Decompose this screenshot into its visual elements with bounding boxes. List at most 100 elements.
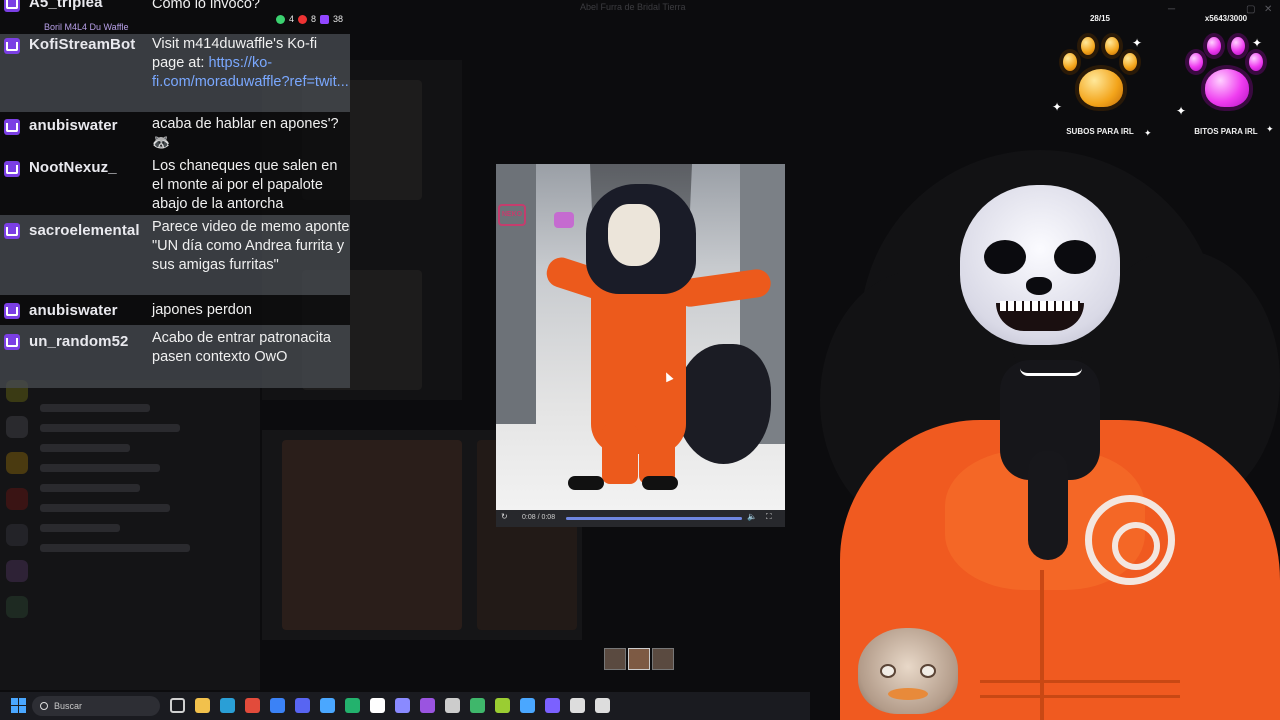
- window-title: Abel Furra de Bridal Tierra: [580, 2, 686, 12]
- emote-count: 38: [333, 14, 344, 24]
- chat-message: un_random52 Acabo de entrar patronacita …: [0, 325, 350, 388]
- obs-icon[interactable]: [595, 698, 610, 713]
- vtuber-avatar: [800, 150, 1280, 720]
- replay-icon[interactable]: ↻: [501, 512, 508, 521]
- seek-bar[interactable]: [566, 517, 742, 520]
- app-icon[interactable]: [320, 698, 335, 713]
- bits-goal-count: x5643/3000: [1204, 14, 1248, 23]
- chat-text: Los chaneques que salen en el monte ai p…: [152, 158, 338, 212]
- server-icon: [6, 560, 28, 582]
- background-channel-row: [40, 504, 170, 512]
- sparkle-icon: ✦: [1132, 36, 1143, 50]
- fish-eye: [920, 664, 936, 678]
- video-figure-leg: [602, 424, 638, 484]
- app-icon[interactable]: [520, 698, 535, 713]
- chat-username: anubiswater: [29, 302, 118, 319]
- app-icon[interactable]: [545, 698, 560, 713]
- background-thumbnail: [282, 440, 462, 630]
- app-icon[interactable]: [470, 698, 485, 713]
- chat-text: acaba de hablar en apones'? 🦝: [152, 116, 339, 151]
- background-channel-row: [40, 464, 160, 472]
- media-thumbnail[interactable]: [652, 648, 674, 670]
- emote-count: 4: [289, 14, 295, 24]
- twitch-badge-icon: [4, 0, 20, 12]
- video-frame[interactable]: NEKO: [496, 164, 785, 510]
- chat-text: Cómo lo invoco?: [152, 0, 260, 12]
- twitch-badge-icon: [4, 334, 20, 350]
- video-player[interactable]: NEKO ↻ 0:08 / 0:08 🔈 ⛶: [496, 164, 785, 527]
- fullscreen-icon[interactable]: ⛶: [766, 512, 772, 522]
- app-icon[interactable]: [495, 698, 510, 713]
- avatar-belt: [980, 680, 1180, 698]
- server-icon: [6, 596, 28, 618]
- app-icon[interactable]: [570, 698, 585, 713]
- file-explorer-icon[interactable]: [195, 698, 210, 713]
- chat-username: sacroelemental: [29, 222, 140, 239]
- video-figure-skull-mask: [608, 204, 660, 266]
- youtube-icon: [298, 14, 308, 24]
- video-figure-shoe: [568, 476, 604, 490]
- background-channel-row: [40, 424, 180, 432]
- subs-goal-label: SUBOS PARA IRL: [1066, 127, 1134, 136]
- background-server-list: [6, 380, 34, 632]
- search-icon: [40, 702, 48, 710]
- chat-emote-counts: 4 8 38: [276, 14, 343, 24]
- video-door: [496, 164, 536, 424]
- chat-message: NootNexuz_ Los chaneques que salen en el…: [0, 155, 350, 215]
- app-icon[interactable]: [345, 698, 360, 713]
- sparkle-icon: ✦: [1052, 100, 1063, 114]
- chat-text: Parece video de memo aponte "UN día como…: [152, 219, 350, 273]
- media-thumbnail[interactable]: [628, 648, 650, 670]
- twitch-badge-icon: [4, 119, 20, 135]
- background-channel-row: [40, 484, 140, 492]
- chat-message-partial: A5_triplea Boril M4L4 Du Waffle Cómo lo …: [0, 0, 350, 34]
- twitch-badge-icon: [4, 38, 20, 54]
- avatar-eye: [984, 240, 1026, 274]
- sparkle-icon: ✦: [1252, 36, 1263, 50]
- avatar-neckline: [1028, 450, 1068, 560]
- media-thumbnails: [604, 648, 674, 670]
- chat-text: Acabo de entrar patronacita pasen contex…: [152, 330, 331, 365]
- server-icon: [6, 488, 28, 510]
- avatar-skull-head: [960, 185, 1120, 345]
- chat-username: un_random52: [29, 333, 129, 350]
- edge-icon[interactable]: [220, 698, 235, 713]
- bits-goal: x5643/3000 BITOS PARA IRL: [1171, 14, 1280, 136]
- twitch-icon: [320, 14, 330, 24]
- video-figure-tail: [676, 344, 771, 464]
- server-icon: [6, 524, 28, 546]
- chat-message: anubiswater japones perdon: [0, 295, 350, 325]
- chat-overlay: A5_triplea Boril M4L4 Du Waffle Cómo lo …: [0, 0, 350, 388]
- search-placeholder: Buscar: [54, 701, 83, 711]
- taskbar-search[interactable]: Buscar: [32, 696, 160, 716]
- stream-screen: Abel Furra de Bridal Tierra ─ ▢ ✕ A5_tri…: [0, 0, 1280, 720]
- app-icon[interactable]: [420, 698, 435, 713]
- video-watermark: NEKO: [498, 204, 526, 226]
- app-icon[interactable]: [445, 698, 460, 713]
- discord-icon[interactable]: [295, 698, 310, 713]
- app-icon[interactable]: [395, 698, 410, 713]
- background-channel-row: [40, 544, 190, 552]
- green-emote-icon: [276, 14, 285, 24]
- volume-icon[interactable]: 🔈: [747, 512, 757, 521]
- video-timecode: 0:08 / 0:08: [522, 514, 556, 521]
- seek-bar-fill: [566, 517, 742, 520]
- windows-start-icon[interactable]: [11, 698, 27, 714]
- media-thumbnail[interactable]: [604, 648, 626, 670]
- chrome-icon[interactable]: [245, 698, 260, 713]
- background-channel-row: [40, 444, 130, 452]
- app-icon[interactable]: [370, 698, 385, 713]
- fish-face-sticker: [858, 628, 958, 714]
- sparkle-icon: ✦: [1176, 104, 1187, 118]
- task-view-icon[interactable]: [170, 698, 185, 713]
- chat-subname: Boril M4L4 Du Waffle: [44, 22, 129, 32]
- video-figure-shoe: [642, 476, 678, 490]
- sparkle-icon: ✦: [1266, 124, 1274, 134]
- server-icon: [6, 452, 28, 474]
- app-icon[interactable]: [270, 698, 285, 713]
- avatar-eye: [1054, 240, 1096, 274]
- avatar-nose: [1026, 277, 1052, 295]
- emote-count: 8: [311, 14, 317, 24]
- avatar-collar: [1020, 368, 1082, 376]
- server-icon: [6, 416, 28, 438]
